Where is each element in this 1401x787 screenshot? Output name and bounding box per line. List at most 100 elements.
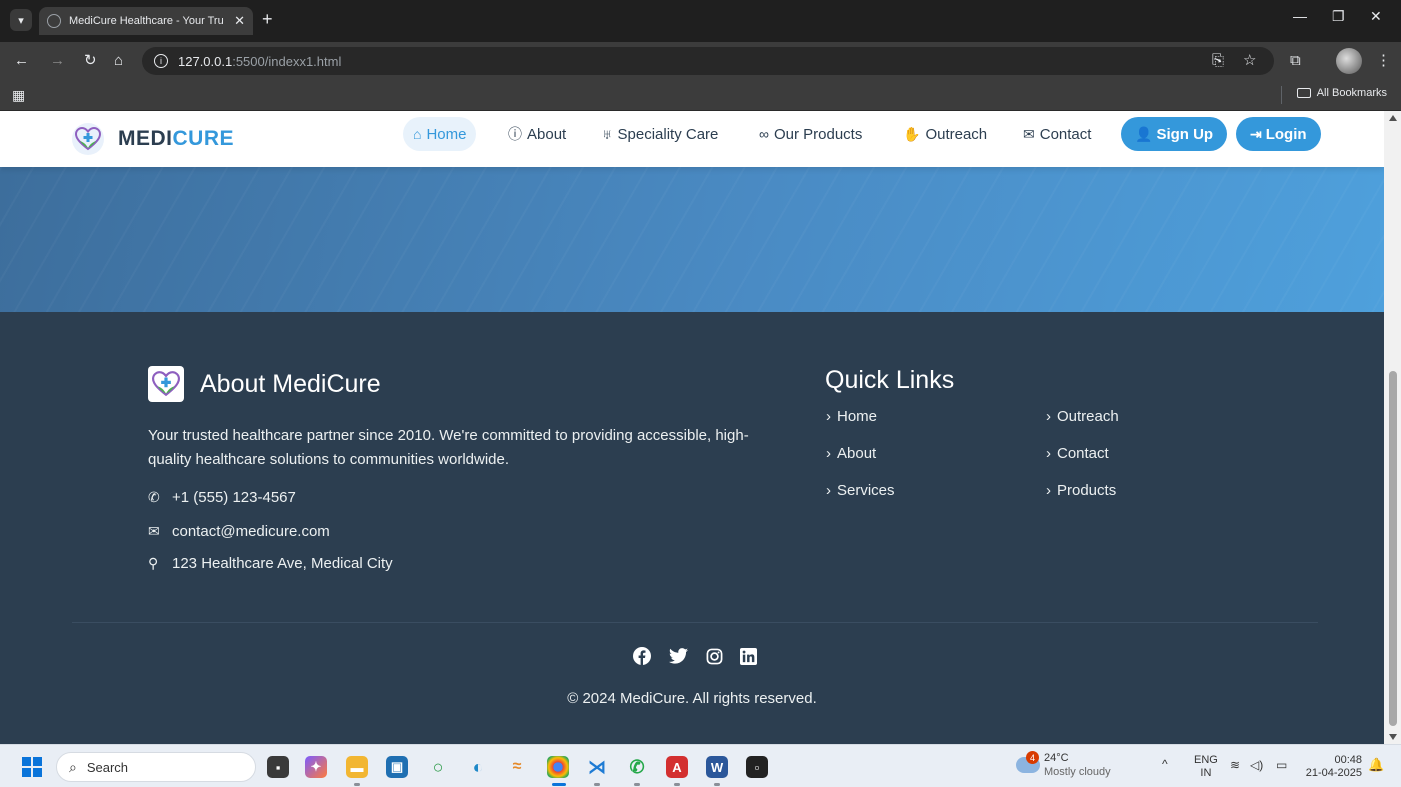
- site-footer: About MediCure Your trusted healthcare p…: [0, 312, 1384, 744]
- chevron-right-icon: ›: [826, 482, 831, 499]
- battery-icon[interactable]: ▭: [1276, 759, 1287, 772]
- home-icon[interactable]: ⌂: [114, 52, 123, 70]
- file-explorer-icon[interactable]: ▬: [346, 756, 368, 778]
- windows-start-icon[interactable]: [22, 757, 42, 777]
- copilot-icon[interactable]: ✦: [305, 756, 327, 778]
- login-button[interactable]: ⇥ Login: [1236, 117, 1321, 151]
- facebook-icon[interactable]: [632, 646, 652, 666]
- url-host: 127.0.0.1: [178, 53, 233, 69]
- profile-avatar[interactable]: [1336, 48, 1362, 74]
- scroll-down-arrow-icon[interactable]: [1389, 734, 1397, 740]
- all-bookmarks-button[interactable]: All Bookmarks: [1296, 87, 1387, 99]
- whatsapp-icon[interactable]: ✆: [626, 756, 648, 778]
- nav-about[interactable]: ⓘ About: [498, 117, 576, 151]
- extensions-icon[interactable]: ⧉: [1290, 52, 1301, 70]
- clock[interactable]: 00:48 21-04-2025: [1300, 754, 1362, 780]
- jupyter-icon[interactable]: ≈: [506, 756, 528, 778]
- instagram-icon[interactable]: [704, 646, 724, 666]
- map-marker-icon: ⚲: [148, 555, 159, 571]
- install-app-icon[interactable]: ⎘: [1212, 52, 1224, 70]
- signup-button[interactable]: 👤 Sign Up: [1121, 117, 1228, 151]
- chevron-up-icon[interactable]: ^: [1162, 758, 1168, 771]
- app-running-indicator: [674, 783, 680, 786]
- binoculars-icon: ∞: [759, 126, 769, 142]
- page-scrollbar[interactable]: [1384, 111, 1401, 744]
- about-description: Your trusted healthcare partner since 20…: [148, 427, 749, 468]
- edge-icon[interactable]: ◐: [467, 756, 489, 778]
- linkedin-icon[interactable]: [738, 646, 758, 666]
- email-text: contact@medicure.com: [172, 523, 330, 540]
- close-window-icon[interactable]: ✕: [1370, 8, 1382, 25]
- site-info-icon[interactable]: i: [154, 54, 168, 68]
- wifi-icon[interactable]: ≋: [1230, 759, 1240, 772]
- close-tab-icon[interactable]: ✕: [234, 13, 245, 29]
- task-view-icon[interactable]: ▪: [267, 756, 289, 778]
- nav-outreach[interactable]: ✋ Outreach: [893, 117, 997, 151]
- new-tab-button[interactable]: +: [262, 9, 273, 30]
- nav-home[interactable]: ⌂ Home: [403, 117, 477, 151]
- chevron-right-icon: ›: [1046, 482, 1051, 499]
- minimize-icon[interactable]: —: [1293, 8, 1307, 24]
- nav-our-products[interactable]: ∞ Our Products: [749, 117, 872, 151]
- envelope-icon: ✉: [1023, 125, 1035, 142]
- nav-speciality-label: Speciality Care: [617, 125, 719, 143]
- bookmark-star-icon[interactable]: ☆: [1243, 52, 1256, 70]
- url-path: :5500/indexx1.html: [232, 53, 342, 69]
- weather-widget[interactable]: 4 24°C Mostly cloudy: [1016, 751, 1111, 779]
- store-icon[interactable]: ▣: [386, 756, 408, 778]
- nav-speciality-care[interactable]: ♅ Speciality Care: [592, 117, 728, 151]
- address-text: 123 Healthcare Ave, Medical City: [172, 555, 393, 572]
- nav-about-label: About: [527, 125, 567, 143]
- chevron-right-icon: ›: [826, 408, 831, 425]
- chrome-icon[interactable]: [547, 756, 569, 778]
- taskbar-search[interactable]: ⌕ Search: [56, 752, 256, 782]
- quick-link-services[interactable]: › Services: [826, 482, 895, 499]
- restore-icon[interactable]: ❐: [1332, 8, 1345, 25]
- volume-icon[interactable]: ◁): [1250, 759, 1263, 772]
- quick-link-products[interactable]: › Products: [1046, 482, 1116, 499]
- nav-contact[interactable]: ✉ Contact: [1013, 117, 1101, 151]
- notification-bell-icon[interactable]: 🔔: [1368, 758, 1384, 771]
- bookmarks-bar: ▦ All Bookmarks: [0, 80, 1401, 111]
- about-heading: About MediCure: [148, 366, 381, 402]
- heart-plus-logo-icon: [148, 366, 184, 402]
- app-running-indicator: [714, 783, 720, 786]
- phone-text: +1 (555) 123-4567: [172, 489, 296, 506]
- language-indicator[interactable]: ENG IN: [1194, 754, 1218, 780]
- word-icon[interactable]: W: [706, 756, 728, 778]
- brand-logo-link[interactable]: MEDICURE: [72, 123, 234, 155]
- reload-icon[interactable]: ↻: [84, 52, 97, 70]
- all-bookmarks-label: All Bookmarks: [1316, 87, 1387, 99]
- quick-link-about[interactable]: › About: [826, 445, 876, 462]
- terminal-app-icon[interactable]: ▫: [746, 756, 768, 778]
- pdf-reader-icon[interactable]: A: [666, 756, 688, 778]
- envelope-icon: ✉: [148, 523, 160, 539]
- nav-products-label: Our Products: [773, 125, 863, 143]
- browser-tab[interactable]: MediCure Healthcare - Your Tru ✕: [39, 7, 253, 35]
- forward-icon[interactable]: →: [50, 52, 65, 70]
- lang-bottom: IN: [1200, 767, 1212, 779]
- quick-link-home[interactable]: › Home: [826, 408, 877, 425]
- app-running-indicator: [634, 783, 640, 786]
- taskbar-search-placeholder: Search: [86, 759, 129, 775]
- quick-link-outreach[interactable]: › Outreach: [1046, 408, 1119, 425]
- bookmarks-divider: [1281, 86, 1282, 104]
- app-active-indicator: [552, 783, 566, 786]
- nav-contact-label: Contact: [1039, 125, 1092, 143]
- refresh-app-icon[interactable]: ○: [427, 756, 449, 778]
- weather-alert-badge: 4: [1026, 751, 1039, 764]
- tab-search-button[interactable]: ▾: [10, 9, 32, 31]
- address-bar[interactable]: i 127.0.0.1 :5500/indexx1.html: [142, 47, 1274, 75]
- kebab-menu-icon[interactable]: ⋮: [1376, 52, 1391, 70]
- info-circle-icon: ⓘ: [508, 126, 522, 142]
- apps-grid-icon[interactable]: ▦: [12, 87, 25, 104]
- nav-outreach-label: Outreach: [925, 125, 988, 143]
- back-icon[interactable]: ←: [14, 52, 29, 70]
- scroll-up-arrow-icon[interactable]: [1389, 115, 1397, 121]
- vscode-icon[interactable]: ⋊: [586, 756, 608, 778]
- quick-link-contact[interactable]: › Contact: [1046, 445, 1109, 462]
- scrollbar-thumb[interactable]: [1389, 371, 1397, 726]
- contact-phone: ✆ +1 (555) 123-4567: [148, 489, 296, 506]
- twitter-icon[interactable]: [668, 646, 688, 666]
- windows-taskbar: ⌕ Search ▪ ✦ ▬ ▣ ○ ◐ ≈ ⋊ ✆ A W ▫ 4 24°C …: [0, 744, 1401, 787]
